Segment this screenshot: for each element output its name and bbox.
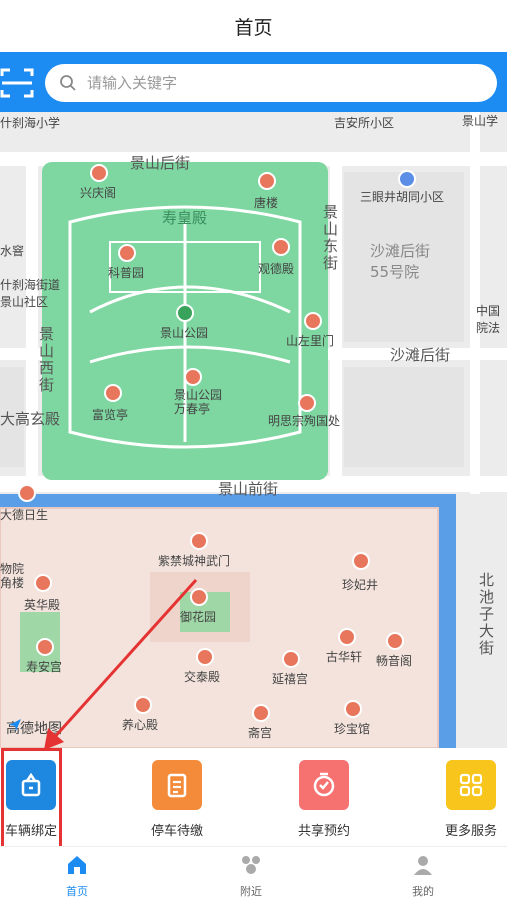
tab-nearby[interactable]: 附近 [211,855,291,899]
search-bar [0,52,507,112]
map-label: 沙滩后街 [390,346,451,364]
service-shared-booking[interactable]: 共享预约 [279,760,369,839]
map-label: 畅音阁 [376,654,413,668]
map-label: 水窨 [0,244,25,258]
map-label: 景山公园 万春亭 [174,388,223,416]
map-label: 古华轩 [326,650,363,664]
search-input[interactable] [85,73,469,93]
grid-icon [446,760,496,810]
location-arrow-icon[interactable] [8,718,22,732]
bottom-tab-bar: 首页 附近 我的 [0,846,507,901]
page-title: 首页 [234,16,273,39]
search-box[interactable] [45,64,497,102]
map-label: 明思宗殉国处 [268,414,341,428]
timer-icon [299,760,349,810]
search-icon [60,75,76,91]
map-label: 吉安所小区 [334,116,395,130]
map-label: 景山东街 [321,204,339,272]
map-label: 英华殿 [24,598,61,612]
poi-marker[interactable] [190,532,208,550]
tab-label: 附近 [240,885,262,898]
poi-marker[interactable] [104,384,122,402]
poi-marker[interactable] [176,304,194,322]
map-label: 寿安宫 [26,660,63,674]
map-label: 富览亭 [92,408,129,422]
profile-icon [414,856,432,875]
map-label: 景山前街 [218,480,279,498]
poi-marker[interactable] [258,172,276,190]
map-label: 兴庆阁 [80,186,117,200]
map-label: 物院 角楼 [0,562,25,590]
service-label: 共享预约 [297,824,350,839]
map-label: 景山西街 [37,326,55,394]
highlight-box [1,748,62,851]
map-label: 交泰殿 [184,670,221,684]
map-label: 寿皇殿 [162,209,208,227]
poi-marker[interactable] [352,552,370,570]
poi-marker[interactable] [344,700,362,718]
map-label: 唐楼 [254,196,279,210]
map-label: 景山学 [462,114,499,128]
map-label: 珍妃井 [342,578,379,592]
tab-label: 首页 [66,885,88,898]
poi-marker[interactable] [184,368,202,386]
map-label: 大德日生 [0,508,49,522]
map-label: 什刹海小学 [0,116,61,130]
map-label: 科普园 [108,266,145,280]
service-label: 停车待缴 [150,824,203,839]
poi-marker[interactable] [272,238,290,256]
poi-marker[interactable] [118,244,136,262]
poi-marker[interactable] [36,638,54,656]
map-label: 沙滩后街 55号院 [370,242,431,281]
map-view[interactable]: 什刹海小学 吉安所小区 景山学 景山后街 兴庆阁 唐楼 三眼井胡同小区 寿皇殿 … [0,112,507,748]
map-label: 中国 院法 [476,304,501,335]
poi-marker[interactable] [34,574,52,592]
poi-marker[interactable] [338,628,356,646]
map-label: 紫禁城神武门 [158,554,231,568]
tab-profile[interactable]: 我的 [383,855,463,899]
map-label: 北池子大街 [477,572,495,657]
home-icon [68,856,86,874]
poi-marker[interactable] [134,696,152,714]
map-label: 观德殿 [258,262,295,276]
map-label: 什刹海街道 景山社区 [0,278,61,309]
clipboard-icon [152,760,202,810]
poi-marker[interactable] [252,704,270,722]
map-label: 景山公园 [160,326,209,340]
service-parking-payment[interactable]: 停车待缴 [132,760,222,839]
poi-marker[interactable] [298,394,316,412]
service-more[interactable]: 更多服务 [426,760,507,839]
map-label: 珍宝馆 [334,722,371,736]
app-header: 首页 [0,0,507,52]
service-label: 更多服务 [444,824,497,839]
poi-marker[interactable] [18,484,36,502]
map-label: 延禧宫 [272,672,309,686]
poi-marker[interactable] [282,650,300,668]
map-label: 大高玄殿 [0,410,61,428]
poi-marker[interactable] [196,648,214,666]
nearby-icon [242,856,260,874]
poi-marker[interactable] [90,164,108,182]
map-label: 景山后街 [130,154,191,172]
map-label: 养心殿 [122,718,159,732]
map-label: 三眼井胡同小区 [360,190,445,204]
poi-marker[interactable] [386,632,404,650]
tab-home[interactable]: 首页 [37,855,117,899]
poi-marker[interactable] [304,312,322,330]
service-grid: 车辆绑定 停车待缴 共享预约 更多服务 [0,748,507,844]
map-label: 山左里门 [286,334,335,348]
poi-marker[interactable] [398,170,416,188]
poi-marker[interactable] [190,588,208,606]
map-label: 斋宫 [248,726,273,740]
tab-label: 我的 [412,885,434,898]
scan-icon[interactable] [0,66,34,100]
map-label: 御花园 [180,610,217,624]
